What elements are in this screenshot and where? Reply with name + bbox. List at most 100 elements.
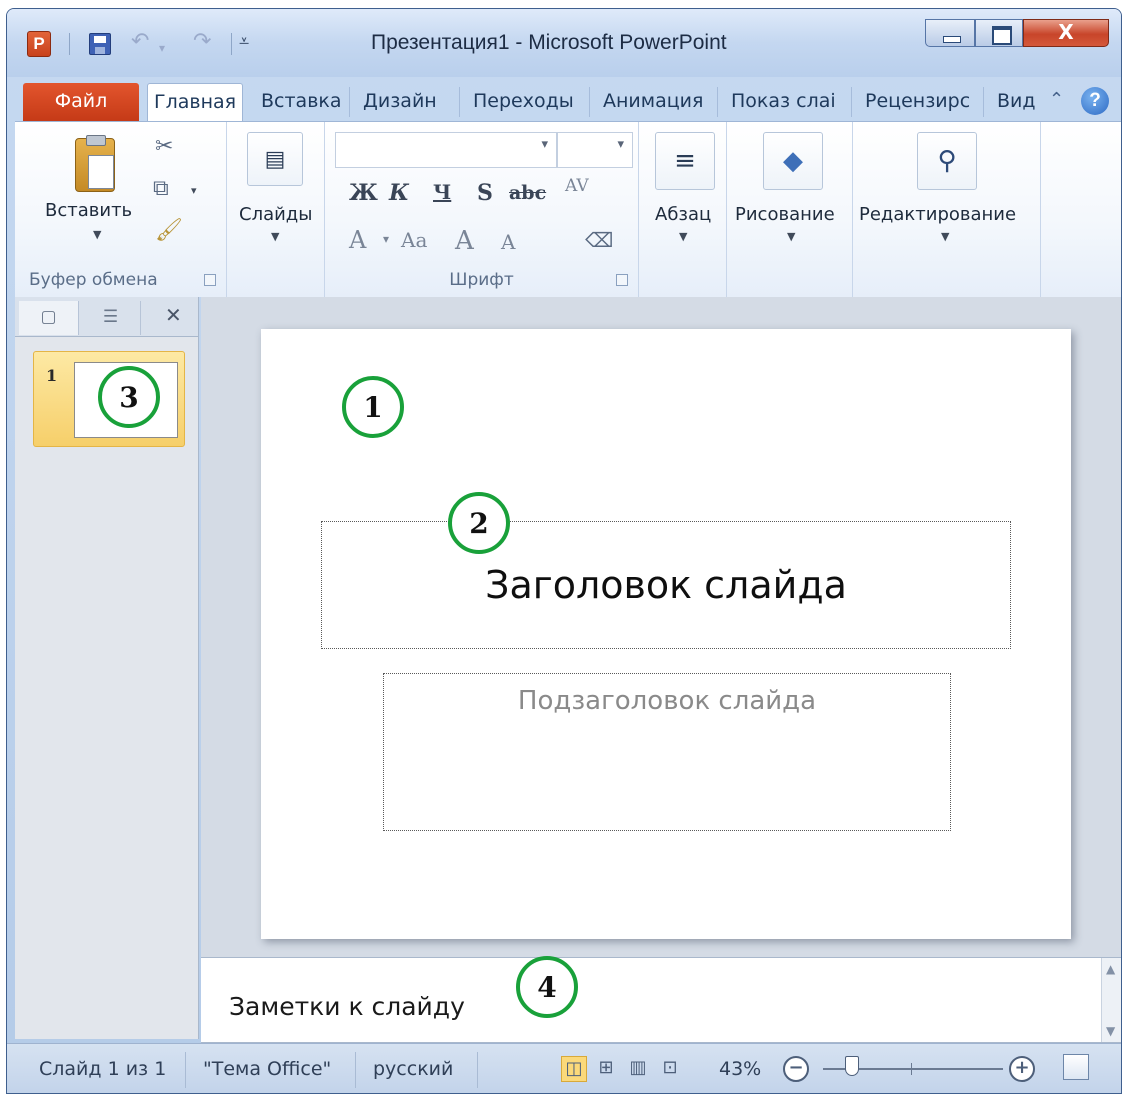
cut-icon[interactable]: ✂: [155, 134, 173, 159]
text-shadow-button[interactable]: S: [477, 180, 493, 206]
slides-dropdown-icon[interactable]: ▼: [271, 230, 279, 243]
font-name-combo[interactable]: ▾: [335, 132, 557, 168]
slides-tab-icon[interactable]: ▢: [19, 301, 79, 335]
slide-sorter-icon[interactable]: ⊞: [593, 1056, 619, 1082]
paragraph-dropdown-icon[interactable]: ▼: [679, 230, 687, 243]
tab-review[interactable]: Рецензирс: [855, 83, 981, 121]
find-icon[interactable]: ⚲: [917, 132, 977, 190]
tab-home[interactable]: Главная: [147, 83, 243, 121]
copy-icon[interactable]: ⧉: [153, 176, 169, 201]
callout-4: 4: [516, 956, 578, 1018]
drawing-button[interactable]: Рисование: [735, 204, 835, 225]
notes-placeholder[interactable]: Заметки к слайду: [229, 992, 465, 1021]
slide-count-status[interactable]: Слайд 1 из 1: [39, 1058, 166, 1080]
clipboard-group-label: Буфер обмена: [29, 270, 158, 290]
font-group: ▾ ▾ Ж К Ч S abc AV A ▾ Aa A A ⌫ Шрифт: [325, 122, 639, 298]
close-button[interactable]: X: [1023, 19, 1109, 47]
chevron-down-icon: ▾: [541, 137, 548, 152]
zoom-level[interactable]: 43%: [719, 1058, 761, 1080]
close-pane-icon[interactable]: ✕: [165, 303, 182, 327]
font-color-dropdown-icon[interactable]: ▾: [383, 232, 389, 246]
tab-file[interactable]: Файл: [23, 83, 139, 121]
italic-button[interactable]: К: [389, 180, 409, 206]
strikethrough-button[interactable]: abc: [509, 182, 546, 204]
status-separator: [185, 1052, 186, 1088]
help-icon[interactable]: ?: [1081, 87, 1109, 115]
redo-icon[interactable]: ↷: [193, 29, 211, 55]
paste-icon[interactable]: [75, 135, 115, 192]
slides-group: ▤ Слайды ▼: [227, 122, 325, 298]
zoom-in-icon[interactable]: +: [1009, 1056, 1035, 1082]
clipboard-launcher-icon[interactable]: [204, 274, 216, 286]
outline-tab-icon[interactable]: ☰: [81, 301, 141, 335]
slide-thumbnail-number: 1: [46, 366, 58, 385]
subtitle-placeholder[interactable]: Подзаголовок слайда: [383, 673, 951, 831]
tab-separator: [589, 87, 590, 117]
slides-pane-tabs: ▢ ☰ ✕: [15, 297, 198, 337]
paste-dropdown-icon[interactable]: ▼: [93, 228, 101, 241]
zoom-slider-center-mark: [911, 1063, 912, 1075]
tab-transitions[interactable]: Переходы: [463, 83, 587, 121]
customize-quick-access-icon[interactable]: ⩡: [239, 29, 249, 55]
editing-button[interactable]: Редактирование: [859, 204, 1016, 225]
minimize-button[interactable]: [925, 19, 975, 47]
format-painter-icon[interactable]: 🖌: [155, 218, 183, 243]
character-spacing-button[interactable]: AV: [565, 176, 589, 196]
align-text-icon[interactable]: ≡: [655, 132, 715, 190]
powerpoint-window: P ↶ ▾ ↷ ⩡ Презентация1 - Microsoft Power…: [6, 8, 1122, 1094]
scroll-up-icon[interactable]: ▲: [1106, 962, 1115, 976]
title-placeholder[interactable]: Заголовок слайда: [321, 521, 1011, 649]
tab-view[interactable]: Вид: [987, 83, 1045, 121]
quick-access-separator: [231, 33, 232, 55]
editing-group: ⚲ Редактирование ▼: [853, 122, 1041, 298]
slides-button[interactable]: Слайды: [239, 204, 312, 225]
tab-animations[interactable]: Анимация: [593, 83, 715, 121]
drawing-dropdown-icon[interactable]: ▼: [787, 230, 795, 243]
scroll-down-icon[interactable]: ▼: [1106, 1024, 1115, 1038]
title-bar: P ↶ ▾ ↷ ⩡ Презентация1 - Microsoft Power…: [7, 9, 1121, 77]
new-slide-icon[interactable]: ▤: [247, 132, 303, 186]
font-size-combo[interactable]: ▾: [557, 132, 633, 168]
minimize-ribbon-icon[interactable]: ⌃: [1049, 89, 1064, 110]
change-case-button[interactable]: Aa: [401, 228, 427, 252]
tab-design[interactable]: Дизайн: [353, 83, 457, 121]
clear-formatting-icon[interactable]: ⌫: [585, 228, 613, 252]
zoom-slider-thumb[interactable]: [845, 1056, 859, 1076]
copy-dropdown-icon[interactable]: ▾: [191, 184, 197, 197]
grow-font-button[interactable]: A: [455, 226, 474, 256]
tab-separator: [459, 87, 460, 117]
editing-dropdown-icon[interactable]: ▼: [941, 230, 949, 243]
undo-icon[interactable]: ↶: [131, 29, 149, 55]
undo-dropdown-icon[interactable]: ▾: [159, 35, 165, 61]
zoom-out-icon[interactable]: −: [783, 1056, 809, 1082]
notes-scrollbar[interactable]: ▲ ▼: [1101, 958, 1121, 1042]
slideshow-icon[interactable]: ⊡: [657, 1056, 683, 1082]
quick-access-separator: [69, 33, 70, 55]
powerpoint-app-icon[interactable]: P: [27, 31, 51, 57]
notes-pane[interactable]: Заметки к слайду ▲ ▼: [201, 957, 1121, 1043]
normal-view-icon[interactable]: ◫: [561, 1056, 587, 1082]
font-color-button[interactable]: A: [349, 226, 366, 254]
fit-to-window-icon[interactable]: [1063, 1054, 1089, 1080]
font-group-label: Шрифт: [449, 270, 514, 290]
callout-3: 3: [98, 366, 160, 428]
shapes-icon[interactable]: ◆: [763, 132, 823, 190]
slide-editing-area: Заголовок слайда Подзаголовок слайда: [201, 297, 1121, 957]
paragraph-group: ≡ Абзац ▼: [639, 122, 727, 298]
reading-view-icon[interactable]: ▥: [625, 1056, 651, 1082]
maximize-button[interactable]: [975, 19, 1023, 47]
language-status[interactable]: русский: [373, 1058, 453, 1080]
bold-button[interactable]: Ж: [349, 180, 378, 206]
status-separator: [477, 1052, 478, 1088]
save-icon[interactable]: [89, 33, 111, 55]
tab-separator: [983, 87, 984, 117]
font-launcher-icon[interactable]: [616, 274, 628, 286]
tab-slideshow[interactable]: Показ слаі: [721, 83, 849, 121]
theme-status[interactable]: "Тема Office": [203, 1058, 331, 1080]
paragraph-button[interactable]: Абзац: [655, 204, 711, 225]
clipboard-group: Вставить ▼ ✂ ⧉ ▾ 🖌 Буфер обмена: [15, 122, 227, 298]
tab-insert[interactable]: Вставка: [251, 83, 347, 121]
paste-button[interactable]: Вставить: [45, 200, 132, 221]
shrink-font-button[interactable]: A: [501, 230, 515, 254]
underline-button[interactable]: Ч: [433, 180, 451, 204]
